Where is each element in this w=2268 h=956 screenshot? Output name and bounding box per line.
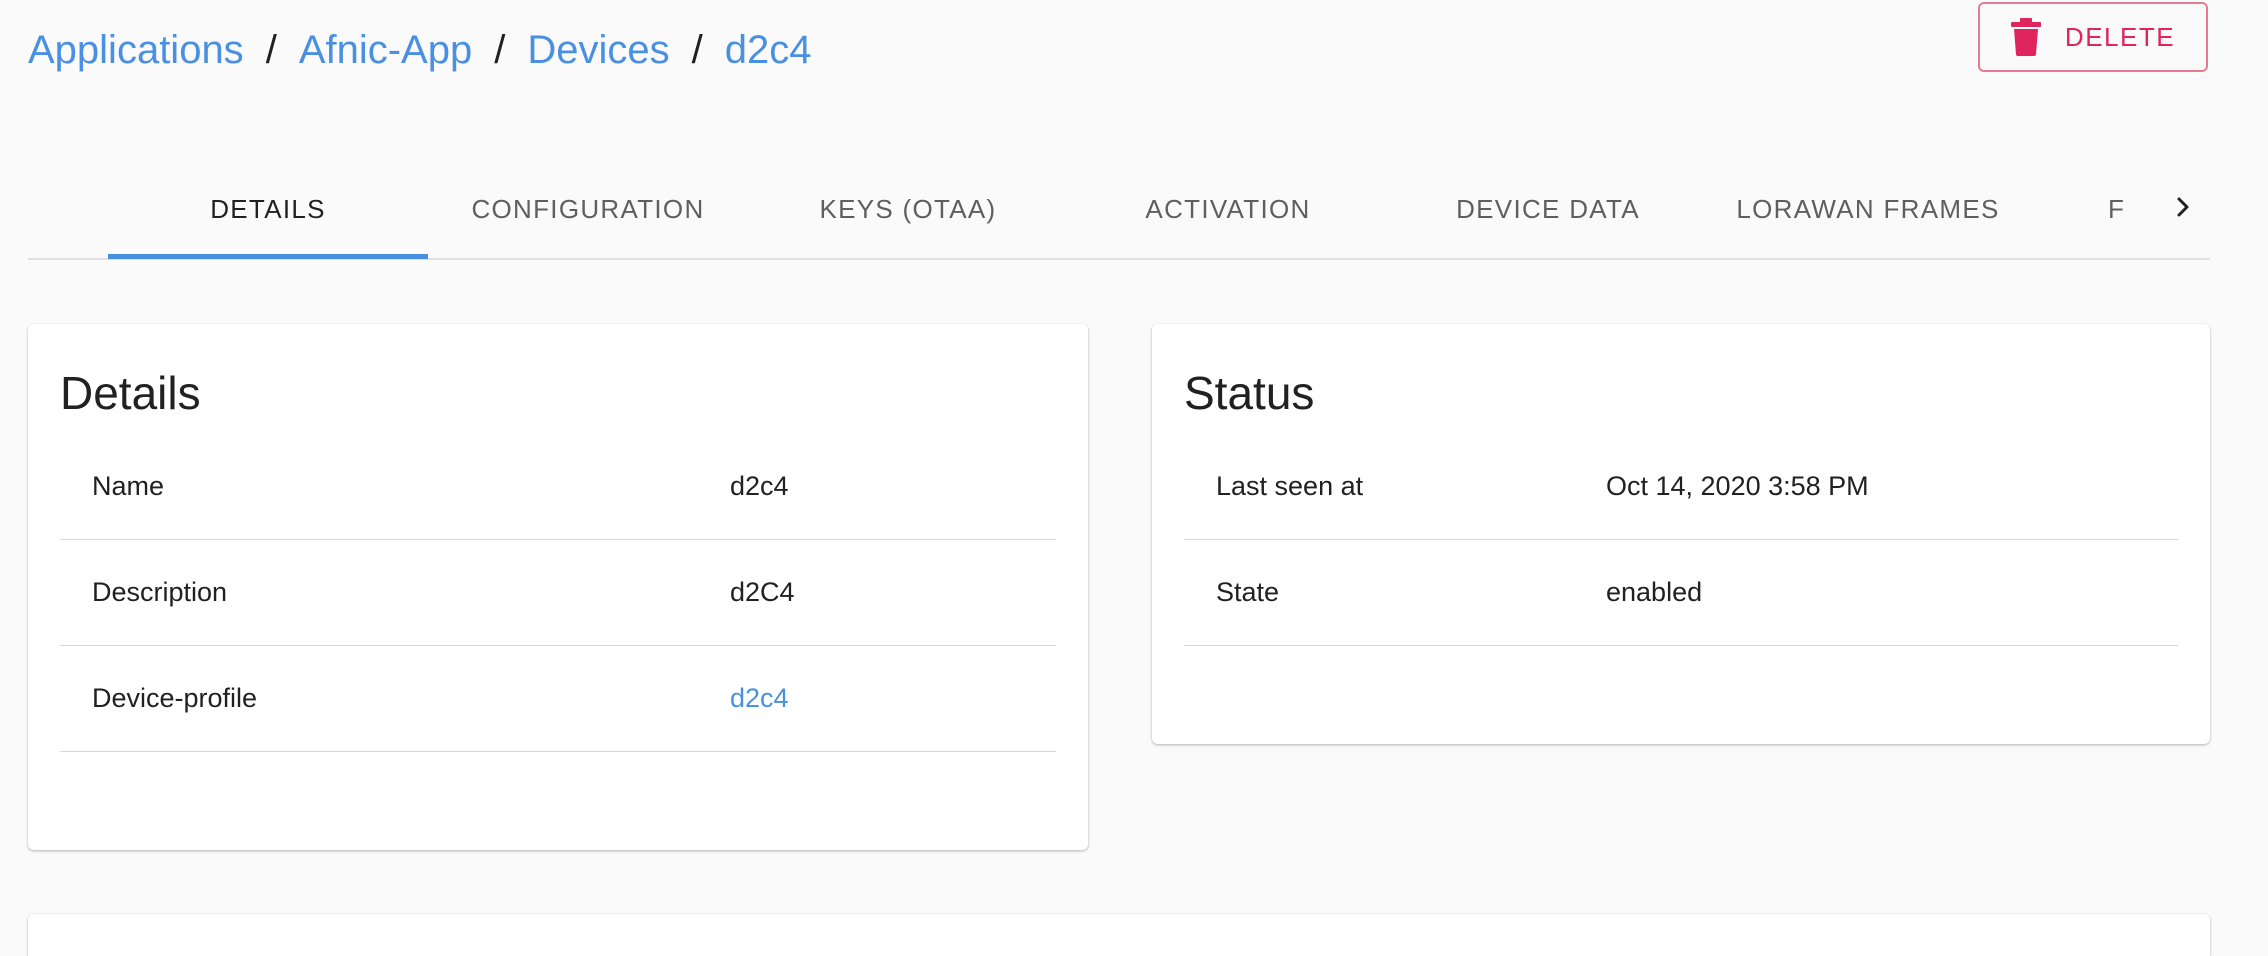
tab-device-data[interactable]: DEVICE DATA [1388, 160, 1708, 258]
status-card: Status Last seen at Oct 14, 2020 3:58 PM… [1152, 324, 2210, 744]
status-row-last-seen: Last seen at Oct 14, 2020 3:58 PM [1184, 434, 2178, 540]
status-row-state: State enabled [1184, 540, 2178, 646]
details-row-device-profile: Device-profile d2c4 [60, 646, 1056, 752]
status-card-title: Status [1184, 367, 1315, 419]
breadcrumb-application[interactable]: Afnic-App [299, 28, 472, 73]
chevron-right-icon [2172, 196, 2194, 223]
tab-configuration[interactable]: CONFIGURATION [428, 160, 748, 258]
tab-bar: DETAILS CONFIGURATION KEYS (OTAA) ACTIVA… [28, 160, 2210, 260]
tab-details[interactable]: DETAILS [108, 160, 428, 258]
tab-partial[interactable]: F [2108, 160, 2125, 258]
status-key: Last seen at [1216, 471, 1364, 501]
tab-scroll-right-button[interactable] [2158, 184, 2208, 234]
status-value: enabled [1606, 577, 1703, 607]
breadcrumb: Applications / Afnic-App / Devices / d2c… [28, 20, 812, 80]
details-key: Device-profile [92, 683, 258, 713]
delete-button[interactable]: DELETE [1978, 2, 2208, 72]
details-card-title: Details [60, 367, 201, 419]
details-row-name: Name d2c4 [60, 434, 1056, 540]
delete-button-label: DELETE [2064, 21, 2176, 52]
details-key: Description [92, 577, 228, 607]
status-key: State [1216, 577, 1280, 607]
details-value: d2C4 [730, 577, 795, 607]
tab-activation[interactable]: ACTIVATION [1068, 160, 1388, 258]
trash-icon [2010, 18, 2041, 56]
tab-active-indicator [108, 254, 428, 259]
breadcrumb-device[interactable]: d2c4 [725, 28, 812, 73]
status-value: Oct 14, 2020 3:58 PM [1606, 471, 1869, 501]
tab-keys-otaa[interactable]: KEYS (OTAA) [748, 160, 1068, 258]
device-details-page: Applications / Afnic-App / Devices / d2c… [0, 0, 2268, 956]
tab-lorawan-frames[interactable]: LORAWAN FRAMES [1708, 160, 2028, 258]
breadcrumb-separator: / [691, 27, 703, 72]
breadcrumb-separator: / [494, 27, 506, 72]
breadcrumb-devices[interactable]: Devices [527, 28, 669, 73]
details-value: d2c4 [730, 471, 789, 501]
bottom-card [28, 914, 2210, 956]
details-card: Details Name d2c4 Description d2C4 Devic… [28, 324, 1088, 850]
breadcrumb-separator: / [265, 27, 277, 72]
breadcrumb-applications[interactable]: Applications [28, 28, 244, 73]
device-profile-link[interactable]: d2c4 [730, 683, 789, 714]
details-key: Name [92, 471, 165, 501]
details-row-description: Description d2C4 [60, 540, 1056, 646]
